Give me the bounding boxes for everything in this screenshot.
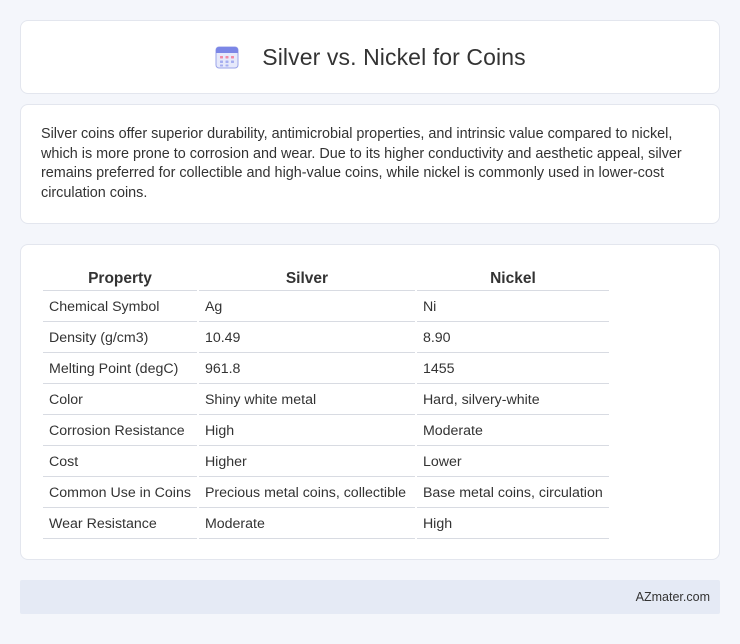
summary-card: Silver coins offer superior durability, … bbox=[20, 104, 720, 224]
cell-property: Wear Resistance bbox=[43, 510, 197, 539]
summary-text: Silver coins offer superior durability, … bbox=[41, 126, 682, 201]
table-row: Corrosion Resistance High Moderate bbox=[43, 417, 609, 446]
table-row: Density (g/cm3) 10.49 8.90 bbox=[43, 324, 609, 353]
cell-property: Color bbox=[43, 386, 197, 415]
title-card: Silver vs. Nickel for Coins bbox=[20, 20, 720, 94]
cell-silver: Precious metal coins, collectible bbox=[198, 479, 415, 508]
footer-brand: AZmater.com bbox=[635, 590, 710, 604]
table-row: Common Use in Coins Precious metal coins… bbox=[43, 479, 609, 508]
cell-silver: Ag bbox=[198, 293, 415, 322]
table-row: Melting Point (degC) 961.8 1455 bbox=[43, 355, 609, 384]
cell-property: Corrosion Resistance bbox=[43, 417, 197, 446]
cell-property: Chemical Symbol bbox=[43, 293, 197, 322]
header-property: Property bbox=[43, 267, 197, 291]
header-silver: Silver bbox=[198, 267, 415, 291]
cell-silver: Higher bbox=[198, 448, 415, 477]
page-title: Silver vs. Nickel for Coins bbox=[262, 43, 526, 70]
cell-nickel: 1455 bbox=[416, 355, 609, 384]
cell-nickel: Hard, silvery-white bbox=[416, 386, 609, 415]
cell-property: Density (g/cm3) bbox=[43, 324, 197, 353]
cell-nickel: Lower bbox=[416, 448, 609, 477]
table-header-row: Property Silver Nickel bbox=[43, 267, 609, 291]
comparison-table: Property Silver Nickel Chemical Symbol A… bbox=[41, 265, 611, 541]
cell-silver: 10.49 bbox=[198, 324, 415, 353]
cell-property: Melting Point (degC) bbox=[43, 355, 197, 384]
table-row: Color Shiny white metal Hard, silvery-wh… bbox=[43, 386, 609, 415]
table-card: Property Silver Nickel Chemical Symbol A… bbox=[20, 244, 720, 560]
table-row: Cost Higher Lower bbox=[43, 448, 609, 477]
cell-nickel: Ni bbox=[416, 293, 609, 322]
cell-silver: High bbox=[198, 417, 415, 446]
cell-nickel: Base metal coins, circulation bbox=[416, 479, 609, 508]
calendar-icon bbox=[214, 44, 240, 70]
footer: AZmater.com bbox=[20, 580, 720, 614]
cell-silver: Shiny white metal bbox=[198, 386, 415, 415]
cell-property: Common Use in Coins bbox=[43, 479, 197, 508]
cell-nickel: High bbox=[416, 510, 609, 539]
cell-nickel: 8.90 bbox=[416, 324, 609, 353]
cell-property: Cost bbox=[43, 448, 197, 477]
cell-silver: 961.8 bbox=[198, 355, 415, 384]
header-nickel: Nickel bbox=[416, 267, 609, 291]
table-row: Wear Resistance Moderate High bbox=[43, 510, 609, 539]
table-row: Chemical Symbol Ag Ni bbox=[43, 293, 609, 322]
cell-nickel: Moderate bbox=[416, 417, 609, 446]
cell-silver: Moderate bbox=[198, 510, 415, 539]
